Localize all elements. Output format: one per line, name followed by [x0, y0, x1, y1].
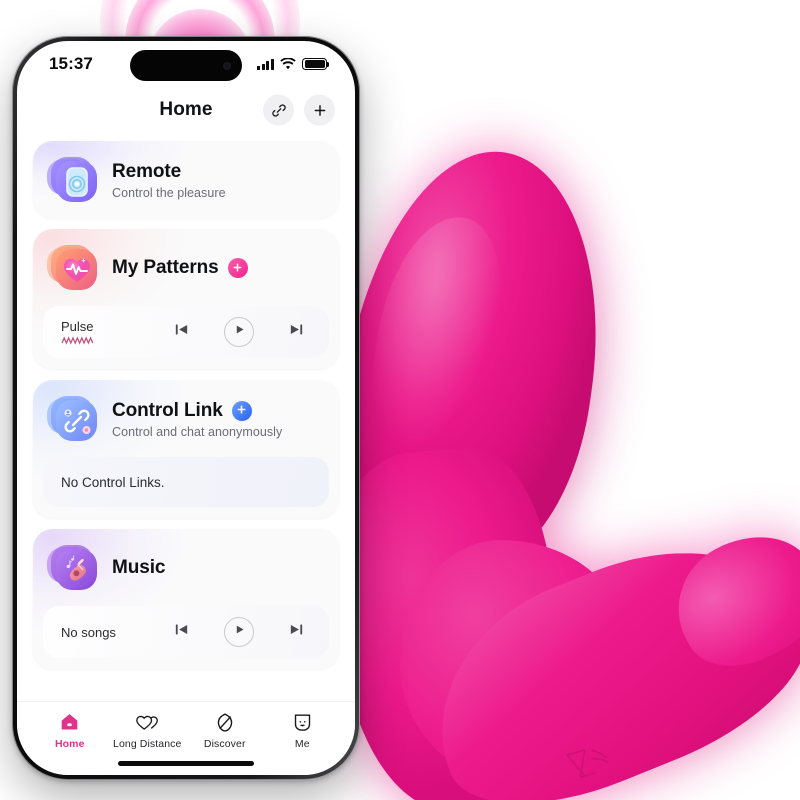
add-pattern-button[interactable] — [227, 258, 248, 278]
page-title: Home — [159, 99, 213, 120]
link-button[interactable] — [263, 94, 294, 126]
remote-phone-icon — [47, 154, 99, 206]
skip-previous-icon — [173, 321, 190, 343]
card-subtitle: Control and chat anonymously — [112, 424, 283, 439]
skip-next-icon — [288, 621, 305, 643]
tab-me[interactable]: Me — [264, 711, 342, 750]
dynamic-island — [130, 50, 242, 81]
previous-button[interactable] — [173, 321, 190, 343]
home-icon — [59, 711, 80, 733]
cellular-signal-icon — [257, 58, 274, 70]
compass-leaf-icon — [214, 711, 236, 733]
iphone-device: 15:37 Home Remote Control the pleasure M… — [12, 36, 360, 780]
plus-icon — [312, 102, 328, 118]
play-button[interactable] — [224, 617, 254, 647]
home-indicator[interactable] — [118, 761, 254, 766]
tab-discover[interactable]: Discover — [186, 711, 264, 750]
card-control-link[interactable]: Control Link Control and chat anonymousl… — [33, 380, 339, 518]
status-bar: 15:37 — [17, 41, 355, 87]
wifi-icon — [280, 58, 296, 70]
pattern-name: Pulse — [61, 319, 94, 334]
tab-home[interactable]: Home — [31, 711, 109, 750]
tab-label: Discover — [203, 738, 246, 750]
empty-state-text: No Control Links. — [61, 474, 165, 490]
play-icon — [233, 323, 246, 341]
two-hearts-icon — [135, 711, 160, 733]
card-title: My Patterns — [112, 257, 219, 278]
status-clock: 15:37 — [49, 54, 93, 73]
add-control-link-button[interactable] — [231, 400, 252, 421]
card-remote[interactable]: Remote Control the pleasure — [33, 141, 339, 218]
nav-header: Home — [17, 87, 355, 133]
tab-label: Me — [294, 738, 310, 750]
card-music[interactable]: Music No songs — [33, 529, 339, 669]
heart-pulse-icon — [47, 242, 99, 294]
phone-screen: 15:37 Home Remote Control the pleasure M… — [17, 41, 355, 775]
card-title: Control Link — [112, 399, 223, 421]
plus-icon — [232, 261, 243, 276]
previous-button[interactable] — [173, 621, 190, 643]
next-button[interactable] — [288, 321, 305, 343]
song-name: No songs — [61, 624, 116, 640]
plus-icon — [236, 403, 247, 418]
tab-label: Home — [54, 738, 85, 750]
add-button[interactable] — [304, 94, 335, 126]
tab-long-distance[interactable]: Long Distance — [109, 711, 187, 750]
pink-silicone-vibrator — [322, 120, 800, 800]
card-subtitle: Control the pleasure — [112, 185, 226, 200]
play-icon — [233, 623, 246, 641]
skip-next-icon — [288, 321, 305, 343]
chain-link-app-icon — [47, 393, 99, 445]
tab-label: Long Distance — [113, 738, 182, 750]
play-button[interactable] — [224, 317, 254, 347]
next-button[interactable] — [288, 621, 305, 643]
card-list: Remote Control the pleasure My Patterns … — [17, 133, 355, 701]
scene: 15:37 Home Remote Control the pleasure M… — [0, 0, 800, 800]
pulse-wave-icon — [61, 336, 167, 345]
guitar-music-icon — [47, 542, 99, 594]
music-player: No songs — [43, 606, 329, 658]
control-link-empty-row: No Control Links. — [43, 457, 329, 507]
profile-face-icon — [292, 711, 313, 733]
pattern-player: Pulse — [43, 306, 329, 358]
card-title: Music — [112, 557, 166, 578]
card-title: Remote — [112, 160, 182, 182]
battery-full-icon — [302, 57, 330, 71]
chain-link-icon — [271, 102, 287, 118]
skip-previous-icon — [173, 621, 190, 643]
card-my-patterns[interactable]: My Patterns Pulse — [33, 229, 339, 369]
